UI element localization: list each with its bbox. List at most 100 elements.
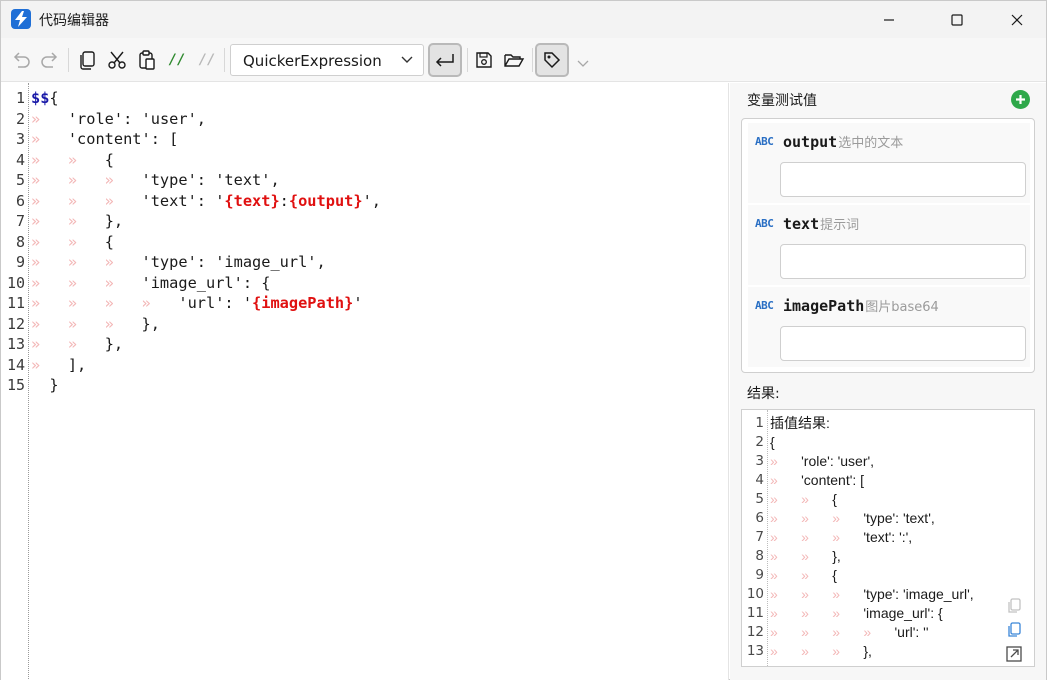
result-line: » » }, bbox=[770, 547, 974, 566]
code-line: } bbox=[31, 375, 381, 396]
code-token: 'image_url': { bbox=[141, 273, 271, 292]
result-text: 'url': '' bbox=[894, 624, 929, 640]
code-editor[interactable]: 1 2 3 4 5 6 7 8 9 10 11 12 13 14 15 $${» 'role': 'user… bbox=[1, 83, 729, 680]
result-line: » » » 'type': 'text', bbox=[770, 509, 974, 528]
indent-guide: » bbox=[31, 130, 68, 148]
code-token: }, bbox=[104, 212, 124, 230]
code-line: » » » 'image_url': { bbox=[31, 273, 381, 294]
expression-prefix: $$ bbox=[31, 89, 50, 107]
panel-title: 变量测试值 bbox=[747, 93, 817, 109]
indent-guide: » » » bbox=[770, 510, 864, 526]
code-line: » » » 'type': 'text', bbox=[31, 170, 381, 191]
more-options-chevron-icon[interactable] bbox=[577, 60, 589, 68]
result-line-number: 10 bbox=[746, 586, 764, 602]
code-token: } bbox=[49, 376, 59, 394]
variable-value-input-output[interactable] bbox=[780, 162, 1026, 197]
add-variable-button[interactable] bbox=[1011, 90, 1030, 109]
line-number-gutter: 1 2 3 4 5 6 7 8 9 10 11 12 13 14 15 bbox=[1, 88, 25, 396]
result-line-number: 3 bbox=[755, 453, 764, 469]
result-text: { bbox=[832, 491, 837, 507]
result-text: { bbox=[770, 434, 775, 450]
indent-guide bbox=[31, 376, 49, 394]
result-line: » 'role': 'user', bbox=[770, 452, 974, 471]
external-link-icon bbox=[1006, 646, 1022, 662]
scissors-icon bbox=[108, 51, 126, 69]
code-token: 'text': ' bbox=[141, 191, 225, 210]
result-line: » 'content': [ bbox=[770, 471, 974, 490]
uncomment-button[interactable]: // bbox=[193, 46, 221, 74]
minimize-button[interactable] bbox=[866, 1, 912, 38]
indent-guide: » » » bbox=[31, 314, 142, 333]
string-type-icon: ABC bbox=[755, 299, 774, 312]
indent-guide: » » bbox=[770, 548, 833, 564]
code-editor-window: 代码编辑器 // // QuickerExpression 1 2 3 4 5 … bbox=[0, 0, 1047, 680]
result-text: 'text': ':', bbox=[863, 529, 913, 545]
variable-item-imagePath: ABC imagePath图片base64 bbox=[748, 287, 1030, 367]
code-token: { bbox=[104, 232, 114, 251]
variable-hint: 图片base64 bbox=[865, 300, 939, 315]
code-token: { bbox=[49, 89, 59, 107]
clipboard-copy-icon bbox=[1008, 622, 1021, 637]
code-line: » » » 'text': '{text}:{output}', bbox=[31, 191, 381, 212]
close-button[interactable] bbox=[994, 1, 1040, 38]
line-number: 9 bbox=[15, 253, 25, 271]
code-line: » 'content': [ bbox=[31, 129, 381, 150]
paste-icon bbox=[139, 50, 155, 70]
indent-guide: » bbox=[31, 355, 68, 374]
result-line-number: 11 bbox=[746, 605, 764, 621]
indent-guide: » » bbox=[770, 567, 833, 583]
string-type-icon: ABC bbox=[755, 217, 774, 230]
result-text: { bbox=[832, 567, 837, 583]
code-token: }, bbox=[141, 314, 160, 333]
line-number: 10 bbox=[6, 273, 25, 292]
code-token: 'content': [ bbox=[67, 130, 179, 148]
indent-guide: » bbox=[770, 453, 802, 469]
line-number: 7 bbox=[15, 212, 25, 230]
copy-button[interactable] bbox=[73, 46, 101, 74]
redo-button[interactable] bbox=[36, 46, 64, 74]
variable-item-output: ABC output选中的文本 bbox=[748, 123, 1030, 203]
line-number: 1 bbox=[15, 89, 25, 107]
line-number: 14 bbox=[6, 355, 25, 374]
result-line-number: 4 bbox=[755, 472, 764, 488]
variable-list: ABC output选中的文本 ABC text提示词 ABC imagePat… bbox=[741, 118, 1035, 373]
result-line: » » » » 'url': '' bbox=[770, 623, 974, 642]
variable-name: output选中的文本 bbox=[783, 133, 904, 151]
result-line-number: 8 bbox=[755, 548, 764, 564]
title-bar: 代码编辑器 bbox=[1, 1, 1046, 38]
copy-result-button[interactable] bbox=[1004, 596, 1024, 616]
copy-to-clipboard-button[interactable] bbox=[1004, 620, 1024, 640]
word-wrap-toggle[interactable] bbox=[428, 43, 462, 77]
tag-toggle[interactable] bbox=[535, 43, 569, 77]
save-button[interactable] bbox=[470, 46, 498, 74]
result-line-number: 13 bbox=[746, 643, 764, 659]
expression-mode-value: QuickerExpression bbox=[243, 52, 382, 70]
variable-value-input-text[interactable] bbox=[780, 244, 1026, 279]
code-token: : bbox=[279, 191, 289, 210]
result-viewer[interactable]: 1 2 3 4 5 6 7 8 9 10 11 12 13 插值结果:{» 'role': 'user'… bbox=[741, 409, 1035, 667]
copy-icon bbox=[80, 51, 95, 70]
code-content[interactable]: $${» 'role': 'user',» 'content': [» » {»… bbox=[31, 88, 381, 396]
toolbar-separator bbox=[532, 48, 533, 72]
cut-button[interactable] bbox=[103, 46, 131, 74]
undo-button[interactable] bbox=[7, 46, 35, 74]
code-line: » » » }, bbox=[31, 314, 381, 335]
code-token: 'role': 'user', bbox=[67, 109, 206, 128]
expression-mode-select[interactable]: QuickerExpression bbox=[230, 44, 424, 76]
open-result-button[interactable] bbox=[1004, 644, 1024, 664]
variable-name: imagePath图片base64 bbox=[783, 297, 939, 315]
line-number: 15 bbox=[6, 376, 25, 394]
paste-button[interactable] bbox=[133, 46, 161, 74]
toolbar-separator bbox=[467, 48, 468, 72]
word-wrap-icon bbox=[435, 54, 454, 67]
comment-button[interactable]: // bbox=[163, 46, 191, 74]
code-token: ', bbox=[362, 191, 381, 210]
variable-value-input-imagePath[interactable] bbox=[780, 326, 1026, 361]
indent-guide: » » bbox=[31, 335, 105, 353]
maximize-button[interactable] bbox=[934, 1, 980, 38]
code-line: » ], bbox=[31, 355, 381, 376]
code-token: 'type': 'image_url', bbox=[141, 253, 326, 271]
result-content: 插值结果:{» 'role': 'user',» 'content': [» »… bbox=[770, 414, 974, 661]
result-line: 插值结果: bbox=[770, 414, 974, 433]
open-file-button[interactable] bbox=[500, 46, 528, 74]
